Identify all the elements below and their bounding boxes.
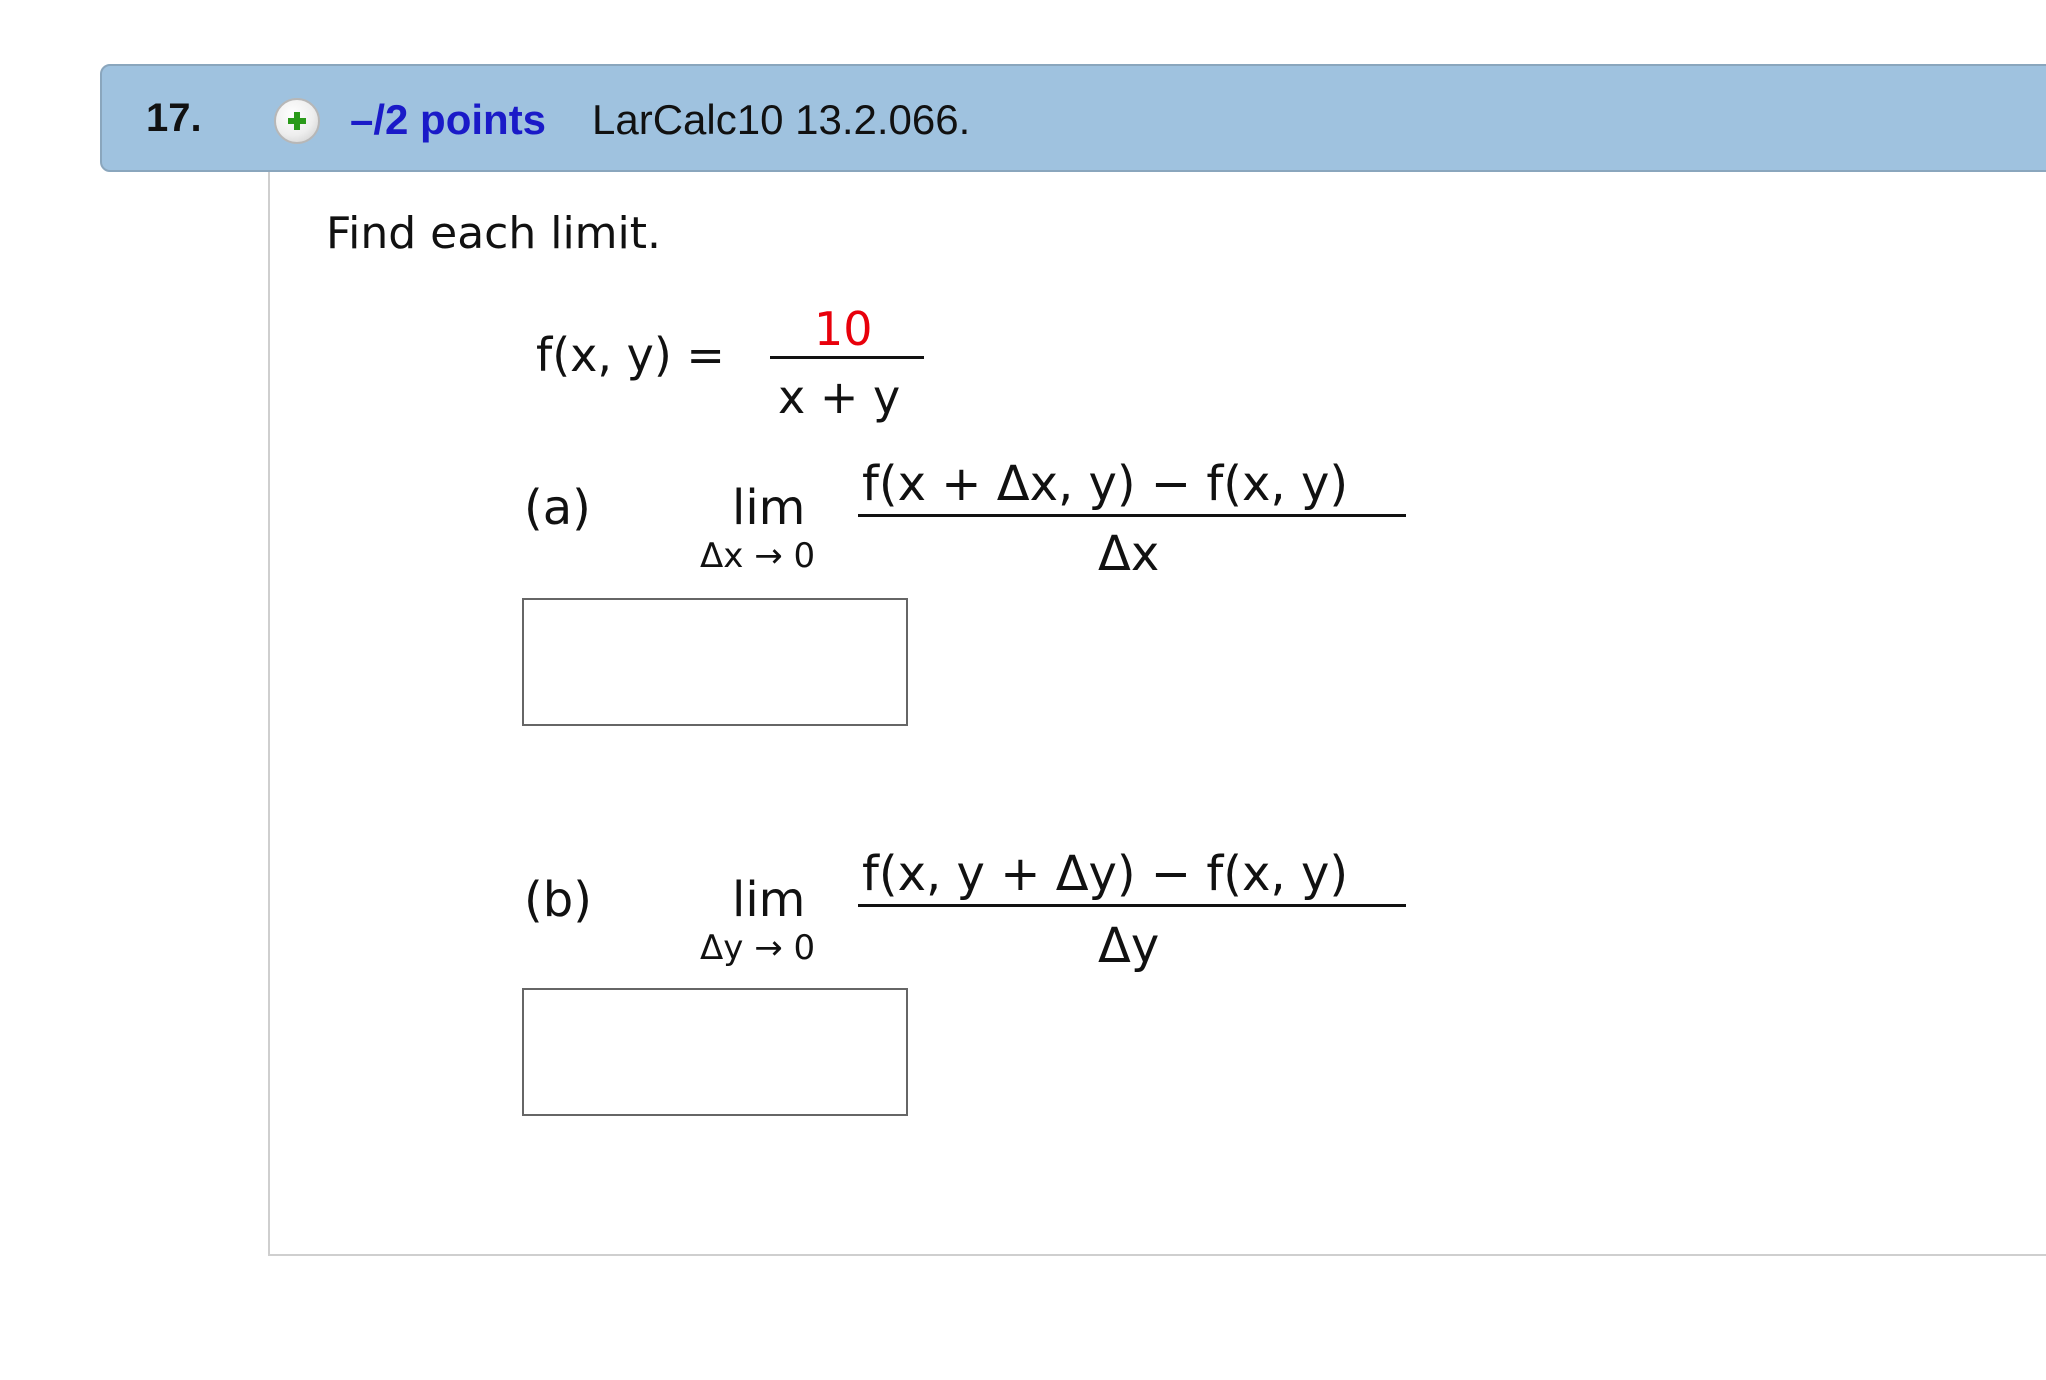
instruction-text: Find each limit. — [326, 208, 662, 259]
part-a-denominator: Δx — [1098, 526, 1160, 582]
points-label: –/2 points — [350, 96, 547, 143]
question-source: LarCalc10 13.2.066. — [592, 96, 971, 143]
part-a-lim-subscript: Δx → 0 — [700, 536, 816, 576]
part-a-answer-input[interactable] — [522, 598, 908, 726]
function-fraction-bar — [770, 356, 924, 359]
part-b-lim: lim — [732, 872, 806, 928]
plus-icon — [288, 112, 306, 130]
part-b-fraction-bar — [858, 904, 1406, 907]
part-b-numerator: f(x, y + Δy) − f(x, y) — [862, 846, 1349, 902]
function-lhs: f(x, y) = — [536, 328, 725, 382]
function-numerator: 10 — [814, 302, 873, 356]
expand-button[interactable] — [274, 98, 320, 144]
part-a-lim: lim — [732, 480, 806, 536]
part-b-answer-input[interactable] — [522, 988, 908, 1116]
part-a-fraction-bar — [858, 514, 1406, 517]
part-b-label: (b) — [524, 872, 592, 928]
part-a-numerator: f(x + Δx, y) − f(x, y) — [862, 456, 1349, 512]
function-denominator: x + y — [778, 370, 901, 424]
question-number: 17. — [146, 96, 202, 140]
part-b-denominator: Δy — [1098, 918, 1160, 974]
part-a-label: (a) — [524, 480, 591, 536]
part-b-lim-subscript: Δy → 0 — [700, 928, 816, 968]
